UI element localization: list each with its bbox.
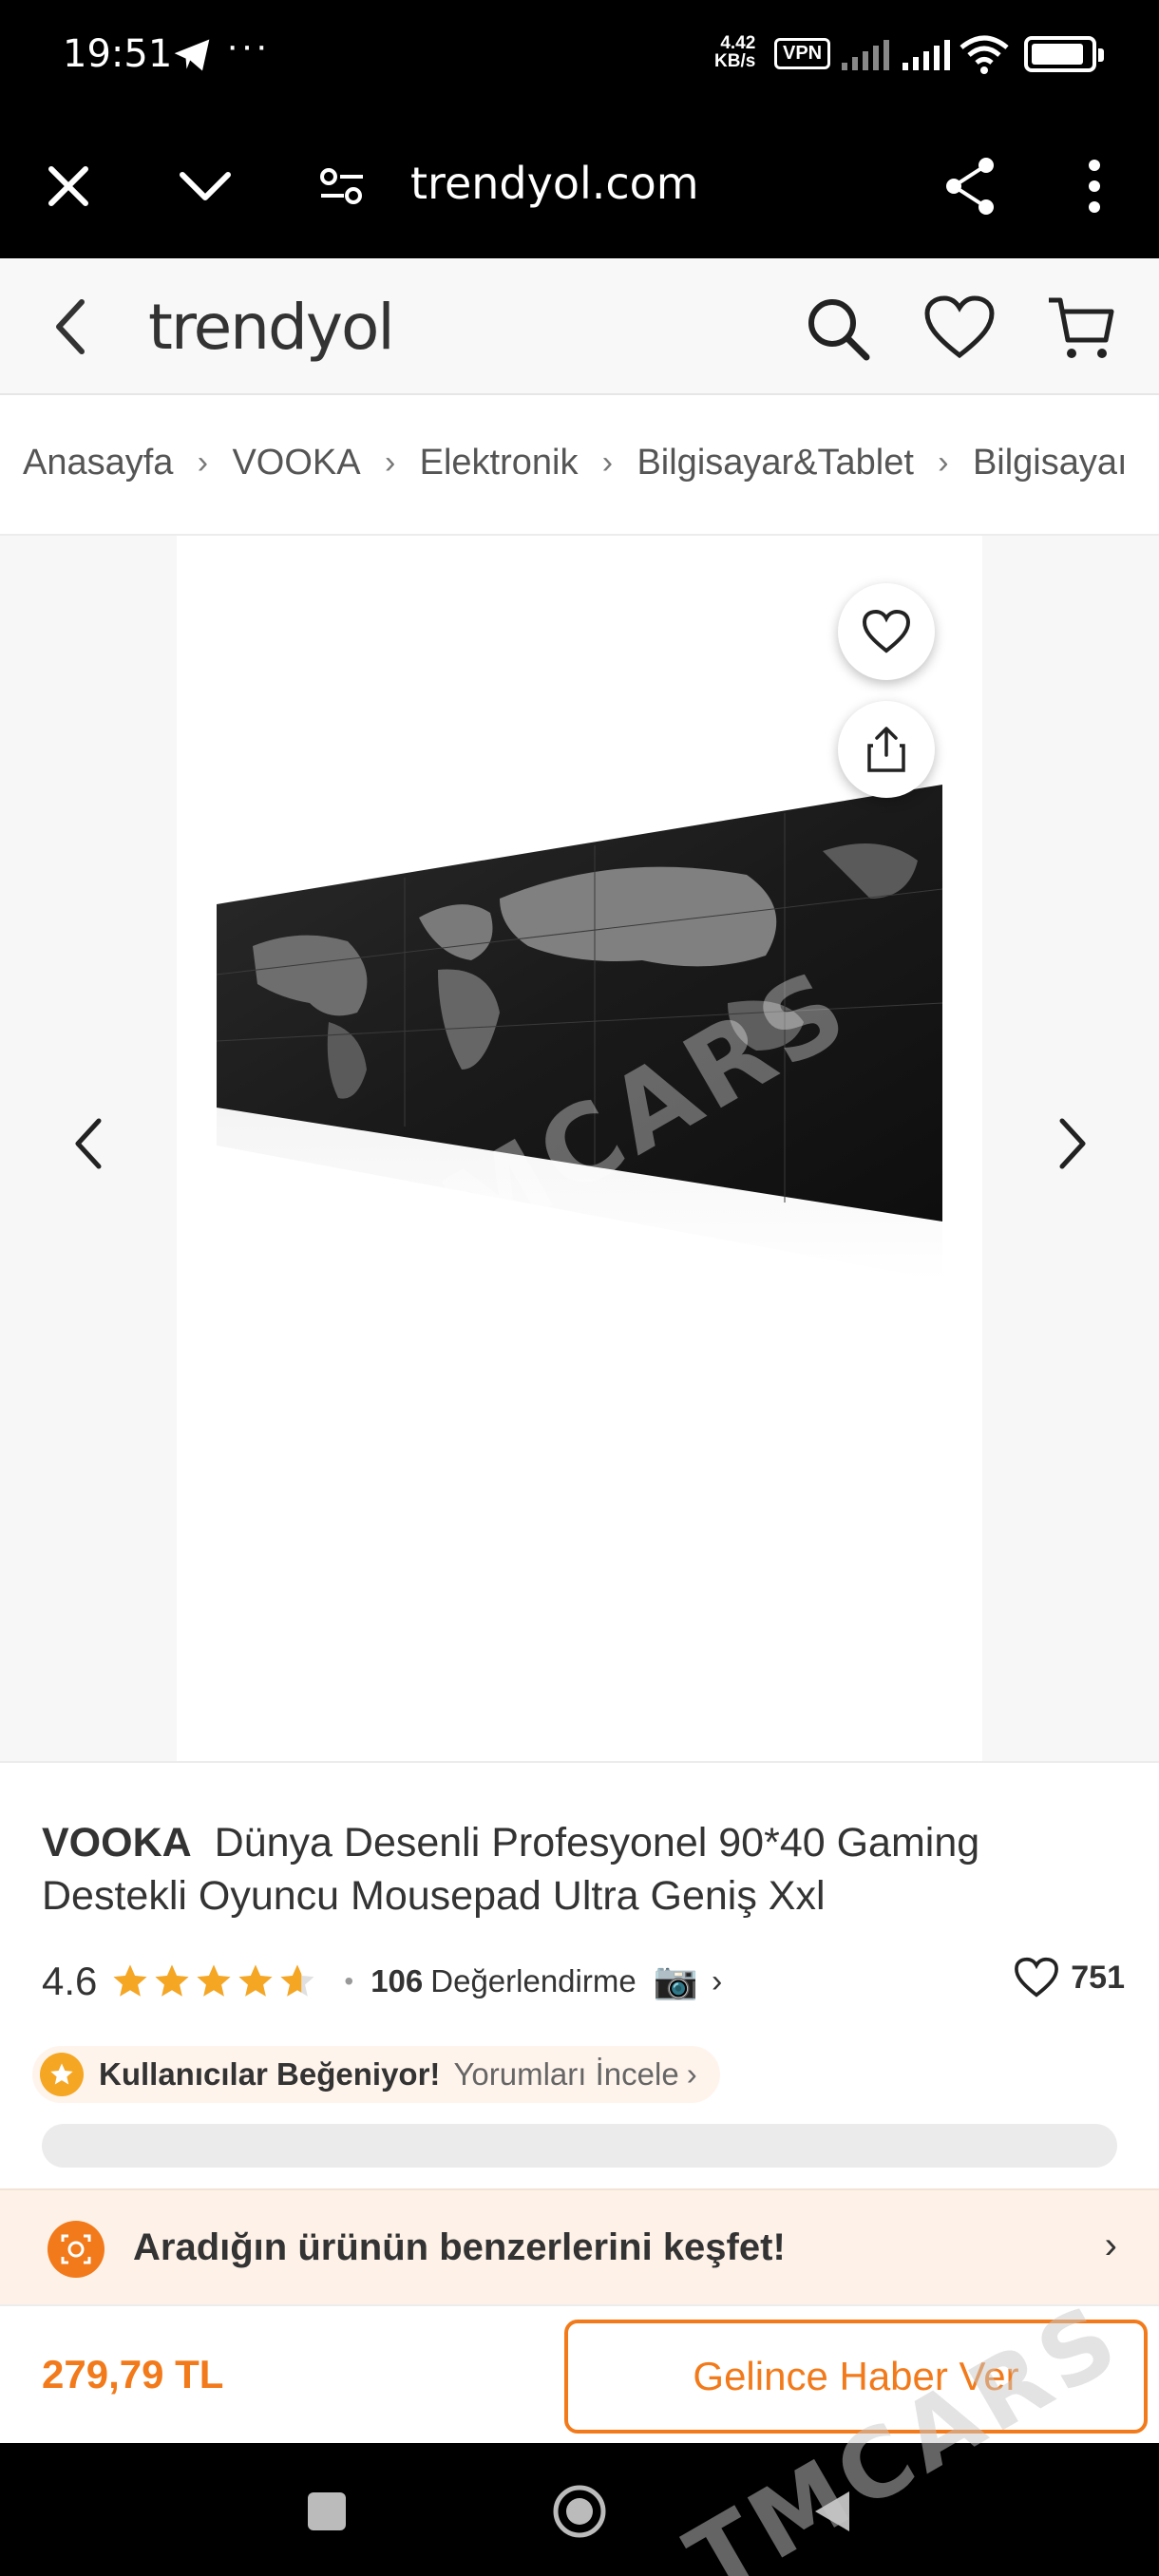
- star-icon: [155, 1964, 189, 1997]
- chevron-right-icon: [1059, 1118, 1086, 1169]
- star-icon: [280, 1964, 314, 1997]
- share-icon: [946, 158, 994, 215]
- rating-score: 4.6: [42, 1959, 98, 2003]
- breadcrumb-item-subcategory[interactable]: Bilgisayar&Tablet: [636, 443, 913, 483]
- battery-icon: [1024, 36, 1104, 72]
- favorites-icon[interactable]: [923, 293, 996, 365]
- star-icon: [40, 2053, 84, 2096]
- heart-icon: [862, 609, 911, 653]
- more-vert-icon: [1089, 160, 1100, 213]
- star-icon: [238, 1964, 273, 1997]
- share-upload-icon: [867, 727, 905, 772]
- product-title: VOOKA Dünya Desenli Profesyonel 90*40 Ga…: [42, 1816, 1106, 1923]
- share-product-button[interactable]: [838, 701, 935, 798]
- camera-icon: 📷: [653, 1961, 699, 2001]
- home-button[interactable]: [545, 2477, 614, 2546]
- badge-label: Kullanıcılar Beğeniyor!: [99, 2056, 441, 2092]
- tune-icon: [320, 168, 363, 204]
- more-notifications-icon: ···: [226, 25, 270, 66]
- breadcrumb-item-category[interactable]: Elektronik: [420, 443, 579, 483]
- site-settings-button[interactable]: [308, 152, 376, 220]
- breadcrumb-item-computer[interactable]: Bilgisayaı: [973, 443, 1128, 483]
- breadcrumb-item-home[interactable]: Anasayfa: [23, 443, 173, 483]
- chevron-right-icon: ›: [601, 445, 614, 481]
- chevron-right-icon: ›: [686, 2056, 697, 2092]
- discover-similar-banner[interactable]: Aradığın ürünün benzerlerini keşfet! ›: [0, 2188, 1159, 2304]
- square-icon: [308, 2492, 346, 2530]
- next-image-button[interactable]: [1043, 1106, 1100, 1182]
- recents-button[interactable]: [293, 2477, 361, 2546]
- chevron-left-icon: [75, 1118, 102, 1169]
- browser-menu-button[interactable]: [1060, 152, 1129, 220]
- wifi-icon: [960, 35, 1009, 74]
- breadcrumb-item-brand[interactable]: VOOKA: [232, 443, 360, 483]
- purchase-bar: 279,79 TL Gelince Haber Ver: [0, 2304, 1159, 2443]
- breadcrumb: Anasayfa › VOOKA › Elektronik › Bilgisay…: [0, 397, 1159, 536]
- search-icon[interactable]: [802, 293, 874, 365]
- chevron-right-icon: ›: [197, 445, 209, 481]
- review-label[interactable]: Değerlendirme: [430, 1963, 636, 1999]
- status-bar: 19:51 ··· 4.42 KB/s VPN: [0, 0, 1159, 114]
- add-favorite-button[interactable]: [838, 583, 935, 680]
- site-header: trendyol: [0, 258, 1159, 395]
- separator-dot: •: [344, 1966, 354, 1996]
- signal-icon: [842, 40, 889, 70]
- cart-icon[interactable]: [1045, 293, 1117, 365]
- notify-when-available-button[interactable]: Gelince Haber Ver: [564, 2320, 1148, 2434]
- discover-text: Aradığın ürünün benzerlerini keşfet!: [133, 2226, 786, 2268]
- network-speed: 4.42 KB/s: [714, 34, 755, 70]
- users-like-badge[interactable]: Kullanıcılar Beğeniyor! Yorumları İncele…: [32, 2046, 720, 2103]
- previous-image-button[interactable]: [61, 1106, 118, 1182]
- chevron-down-icon: [180, 172, 231, 200]
- product-gallery: TMCARS: [0, 536, 1159, 1761]
- address-bar[interactable]: trendyol.com: [410, 158, 699, 209]
- circle-icon: [553, 2485, 606, 2538]
- chevron-right-icon: ›: [938, 445, 949, 481]
- star-icon: [197, 1964, 231, 1997]
- chevron-right-icon: ›: [384, 445, 396, 481]
- discover-icon: [48, 2221, 104, 2278]
- system-navigation-bar: [0, 2443, 1159, 2576]
- product-image[interactable]: [215, 785, 946, 1297]
- loading-placeholder: [42, 2124, 1117, 2168]
- close-icon: [48, 166, 88, 206]
- signal-icon-2: [902, 40, 950, 70]
- favorite-count-value: 751: [1071, 1959, 1125, 1996]
- star-icon: [113, 1964, 147, 1997]
- review-count[interactable]: 106: [370, 1963, 423, 1999]
- vpn-icon: VPN: [774, 38, 831, 69]
- network-speed-unit: KB/s: [714, 51, 756, 71]
- network-speed-value: 4.42: [720, 33, 756, 53]
- close-tab-button[interactable]: [34, 152, 103, 220]
- browser-toolbar: trendyol.com: [0, 114, 1159, 258]
- favorite-count[interactable]: 751: [1014, 1957, 1125, 1998]
- rating-stars: [110, 1961, 317, 2001]
- trendyol-logo[interactable]: trendyol: [148, 291, 395, 364]
- product-brand[interactable]: VOOKA: [42, 1820, 192, 1866]
- system-back-button[interactable]: [798, 2477, 866, 2546]
- heart-icon: [1015, 1957, 1059, 1998]
- telegram-icon: [174, 39, 210, 71]
- triangle-back-icon: [815, 2491, 849, 2531]
- share-page-button[interactable]: [937, 152, 1005, 220]
- back-button[interactable]: [42, 293, 103, 361]
- reviews-link[interactable]: Yorumları İncele: [453, 2056, 678, 2093]
- status-time: 19:51: [63, 32, 173, 76]
- collapse-button[interactable]: [171, 152, 239, 220]
- chevron-right-icon: ›: [1104, 2225, 1117, 2266]
- product-price: 279,79 TL: [42, 2352, 224, 2396]
- chevron-right-icon[interactable]: ›: [712, 1963, 722, 2000]
- rating-row: 4.6 • 106 Değerlendirme 📷 › 751: [42, 1953, 1125, 2010]
